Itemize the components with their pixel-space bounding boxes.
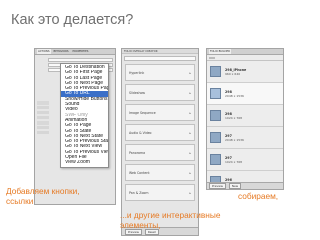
folio-filter-dropdown[interactable] bbox=[209, 56, 215, 59]
tab-actions[interactable]: ACTIONS bbox=[37, 49, 51, 54]
overlay-label: Panorama bbox=[129, 150, 146, 155]
folio-name: 298_iPhone bbox=[225, 67, 247, 72]
folio-thumbnail bbox=[210, 88, 221, 99]
actions-dropdown-menu[interactable]: Go To Destination Go To First Page Go To… bbox=[60, 63, 109, 168]
folio-item[interactable]: 297 2048 x 1536 bbox=[207, 127, 283, 149]
folio-thumbnail bbox=[210, 110, 221, 121]
overlay-row[interactable]: Hyperlink ▸ bbox=[125, 64, 195, 81]
chevron-right-icon: ▸ bbox=[189, 150, 191, 155]
overlay-row[interactable]: Pan & Zoom ▸ bbox=[125, 184, 195, 201]
tab-properties[interactable]: PROPERTIES bbox=[72, 49, 90, 54]
overlay-row[interactable]: Audio & Video ▸ bbox=[125, 124, 195, 141]
name-field[interactable] bbox=[48, 57, 113, 62]
folio-size: 960 x 640 bbox=[225, 71, 241, 76]
new-folio-button[interactable]: New bbox=[228, 183, 241, 189]
page-title: Как это делается? bbox=[11, 12, 134, 28]
folio-item-selected[interactable]: 298 2048 x 1536 bbox=[207, 83, 283, 105]
caption-add-buttons: Добавляем кнопки, ссылки bbox=[6, 186, 80, 206]
overlay-label: Web Content bbox=[129, 170, 150, 175]
folio-size: 2048 x 1536 bbox=[225, 137, 244, 142]
overlay-creator-panel: FOLIO OVERLAY CREATOR Hyperlink ▸ Slidesh… bbox=[121, 48, 199, 236]
overlay-label: Pan & Zoom bbox=[129, 190, 149, 195]
overlay-label: Hyperlink bbox=[129, 70, 145, 75]
panel-footer: Preview New bbox=[207, 182, 283, 189]
tab-folio-builder[interactable]: FOLIO BUILDER bbox=[209, 49, 231, 54]
folio-item[interactable]: 298 1024 x 768 bbox=[207, 105, 283, 127]
folio-builder-panel: FOLIO BUILDER 298_iPhone 960 x 640 298 2… bbox=[206, 48, 284, 190]
section-header bbox=[37, 101, 49, 105]
overlay-row[interactable]: Panorama ▸ bbox=[125, 144, 195, 161]
folio-size: 1024 x 768 bbox=[225, 159, 243, 164]
overlay-row[interactable]: Slideshow ▸ bbox=[125, 84, 195, 101]
caption-assemble: собираем, bbox=[238, 191, 279, 201]
folio-size: 1024 x 768 bbox=[225, 115, 243, 120]
folio-size: 2048 x 1536 bbox=[225, 93, 244, 98]
preview-button[interactable]: Preview bbox=[209, 183, 226, 189]
overlay-label: Slideshow bbox=[129, 90, 146, 95]
folio-item[interactable]: 297 1024 x 768 bbox=[207, 149, 283, 171]
tab-behaviors[interactable]: BEHAVIORS bbox=[53, 49, 70, 54]
menu-item[interactable]: View Zoom bbox=[61, 160, 108, 165]
overlay-label: Audio & Video bbox=[129, 130, 152, 135]
chevron-right-icon: ▸ bbox=[189, 130, 191, 135]
chevron-right-icon: ▸ bbox=[189, 190, 191, 195]
panel-header: FOLIO OVERLAY CREATOR bbox=[122, 49, 198, 54]
folio-item[interactable]: 298_iPhone 960 x 640 bbox=[207, 61, 283, 83]
overlay-row[interactable]: Web Content ▸ bbox=[125, 164, 195, 181]
appearance-column bbox=[37, 101, 49, 136]
overlay-row[interactable]: Image Sequence ▸ bbox=[125, 104, 195, 121]
section-header bbox=[37, 121, 49, 125]
caption-interactive-elements: ...и другие интерактивные элементы, bbox=[120, 210, 221, 230]
chevron-right-icon: ▸ bbox=[189, 110, 191, 115]
form-row bbox=[37, 57, 113, 62]
folio-thumbnail bbox=[210, 132, 221, 143]
overlay-label: Image Sequence bbox=[129, 110, 156, 115]
chevron-right-icon: ▸ bbox=[189, 90, 191, 95]
chevron-right-icon: ▸ bbox=[189, 70, 191, 75]
folio-thumbnail bbox=[210, 66, 221, 77]
chevron-right-icon: ▸ bbox=[189, 170, 191, 175]
overlay-filter-field[interactable] bbox=[124, 56, 196, 61]
folio-thumbnail bbox=[210, 154, 221, 165]
